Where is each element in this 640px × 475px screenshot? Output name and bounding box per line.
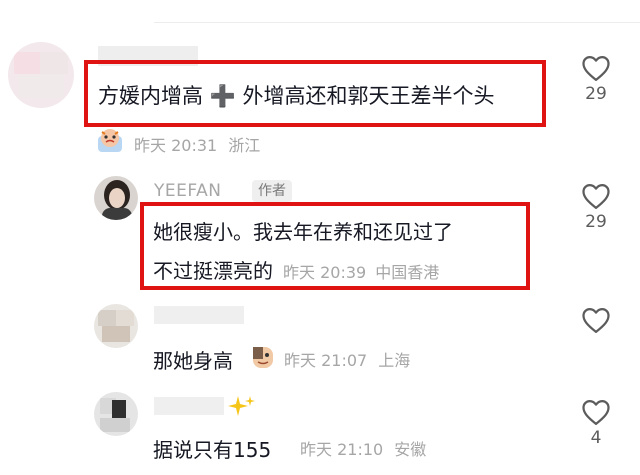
comment-time: 昨天 21:07	[284, 351, 368, 370]
comment-meta: 昨天 21:07 上海	[284, 347, 410, 371]
crying-face-sticker	[98, 129, 122, 152]
like-button[interactable]: 4	[576, 398, 616, 448]
like-count: 29	[585, 84, 607, 104]
comment-time: 昨天 20:39	[283, 263, 367, 282]
sparkle-icon	[228, 396, 255, 416]
comment-time: 昨天 21:10	[300, 440, 384, 459]
like-count: 29	[585, 212, 607, 232]
like-button[interactable]: 29	[576, 182, 616, 232]
comment-location: 中国香港	[375, 263, 440, 282]
comment-text: 据说只有155	[153, 438, 272, 462]
heart-outline-icon	[582, 308, 610, 333]
comment-location: 浙江	[228, 136, 261, 155]
comment-location: 上海	[378, 351, 411, 370]
comment-time: 昨天 20:31	[134, 136, 218, 155]
like-button[interactable]: 29	[576, 54, 616, 104]
comment-text: 方媛内增高 ➕ 外增高还和郭天王差半个头	[98, 84, 495, 108]
divider	[154, 22, 640, 23]
comment-location: 安徽	[394, 440, 427, 459]
heart-outline-icon	[582, 56, 610, 81]
username[interactable]: YEEFAN	[154, 181, 221, 201]
like-count: 4	[590, 428, 602, 448]
comment-meta: 昨天 20:39 中国香港	[283, 263, 439, 282]
username-blurred[interactable]	[154, 397, 224, 415]
heart-outline-icon	[582, 184, 610, 209]
like-button[interactable]	[576, 306, 616, 334]
avatar[interactable]	[8, 42, 74, 108]
avatar[interactable]	[94, 392, 138, 436]
avatar[interactable]	[94, 176, 138, 220]
comment-meta: 昨天 21:10 安徽	[300, 436, 426, 460]
comment-text: 她很瘦小。我去年在养和还见过了	[153, 220, 453, 244]
avatar[interactable]	[94, 304, 138, 348]
meme-sticker	[253, 347, 273, 368]
heart-outline-icon	[582, 400, 610, 425]
comment-text: 那她身高	[153, 349, 233, 373]
username-blurred[interactable]	[154, 306, 244, 324]
comment-meta: 昨天 20:31 浙江	[134, 132, 260, 156]
comment-text-line2: 不过挺漂亮的 昨天 20:39 中国香港	[153, 255, 439, 284]
author-badge: 作者	[252, 180, 292, 202]
comment-text-cont: 不过挺漂亮的	[153, 259, 273, 283]
